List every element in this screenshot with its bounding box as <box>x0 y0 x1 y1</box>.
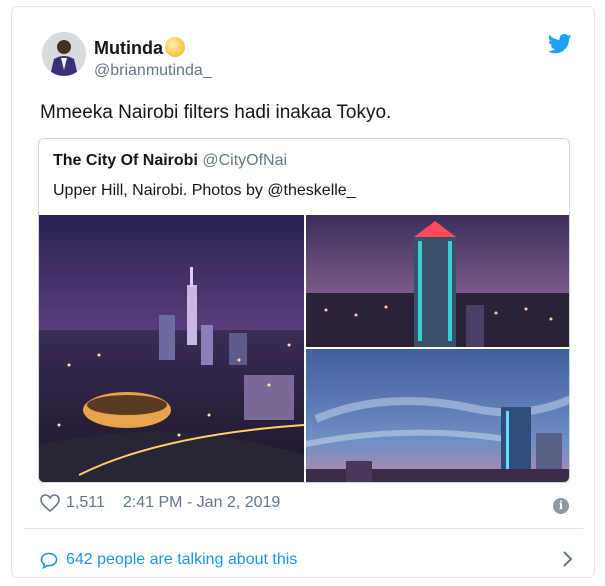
photo-1[interactable] <box>39 215 304 482</box>
photo-2[interactable] <box>306 215 569 347</box>
tweet-text: Mmeeka Nairobi filters hadi inakaa Tokyo… <box>40 102 392 123</box>
quoted-tweet[interactable]: The City Of Nairobi @CityOfNai Upper Hil… <box>38 138 570 483</box>
speech-bubble-icon <box>40 552 58 569</box>
twitter-bird-icon[interactable] <box>548 34 572 54</box>
conversation-text[interactable]: 642 people are talking about this <box>66 551 297 569</box>
quoted-handle[interactable]: @CityOfNai <box>202 152 287 169</box>
avatar[interactable] <box>42 32 86 76</box>
photo-grid <box>39 215 569 482</box>
timestamp[interactable]: 2:41 PM - Jan 2, 2019 <box>123 494 280 512</box>
info-icon[interactable]: i <box>553 498 569 514</box>
divider <box>24 528 583 529</box>
photo-3[interactable] <box>306 349 569 482</box>
heart-icon[interactable] <box>40 494 60 512</box>
tweet-embed-card: Mutinda @brianmutinda_ Mmeeka Nairobi fi… <box>11 6 595 578</box>
conversation-link[interactable]: 642 people are talking about this <box>40 551 297 569</box>
quoted-author: The City Of Nairobi @CityOfNai <box>53 152 287 170</box>
tweet-stats: 1,511 2:41 PM - Jan 2, 2019 <box>40 494 280 512</box>
quoted-display-name[interactable]: The City Of Nairobi <box>53 152 198 169</box>
like-count[interactable]: 1,511 <box>66 494 105 512</box>
full-moon-emoji-icon <box>165 37 185 57</box>
chevron-right-icon[interactable] <box>561 550 573 568</box>
avatar-image <box>42 32 86 76</box>
quoted-tweet-text: Upper Hill, Nairobi. Photos by @theskell… <box>53 182 356 199</box>
author-name[interactable]: Mutinda <box>94 37 185 59</box>
author-display-name[interactable]: Mutinda <box>94 38 163 58</box>
author-handle[interactable]: @brianmutinda_ <box>94 62 212 80</box>
